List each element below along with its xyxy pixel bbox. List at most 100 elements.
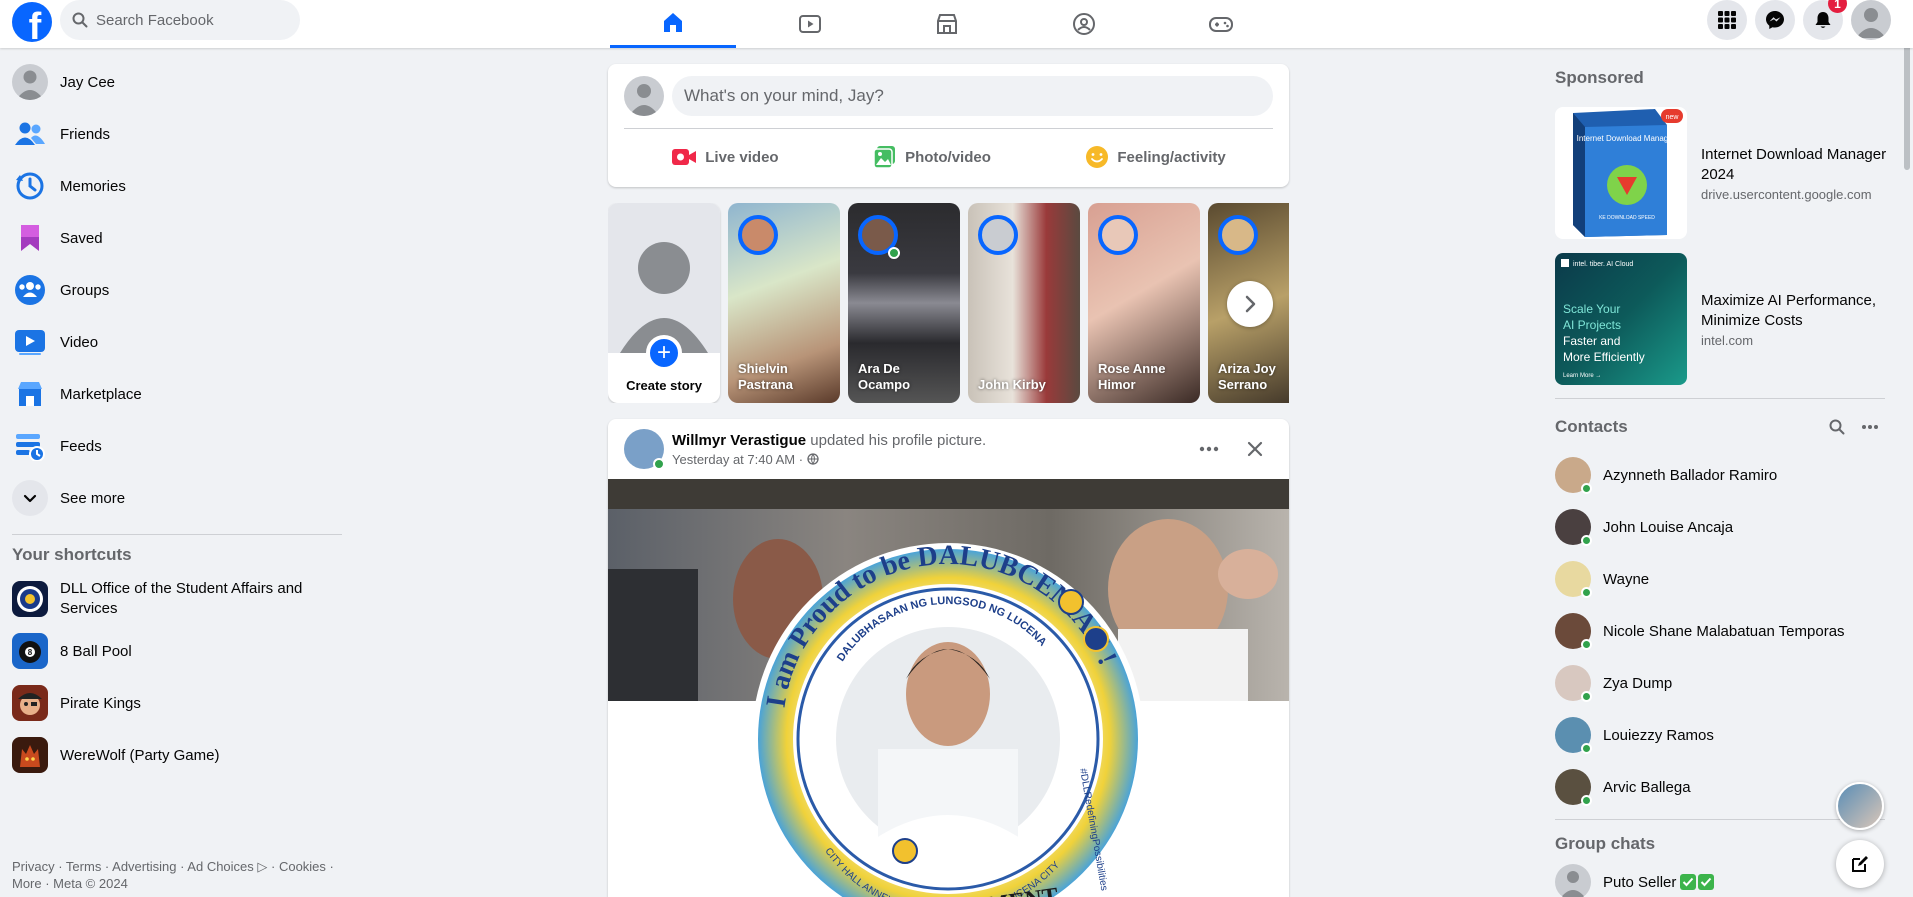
post-image[interactable]: I am Proud to be DALUBCENIAN ! DALUBHASA… xyxy=(608,479,1289,897)
post-author-avatar[interactable] xyxy=(624,429,665,470)
story-avatar xyxy=(978,215,1018,255)
profile-avatar xyxy=(12,64,48,100)
sidebar-item-label: Friends xyxy=(60,125,111,143)
contact-avatar xyxy=(1555,509,1592,546)
tab-marketplace[interactable] xyxy=(884,0,1010,48)
right-rail-divider xyxy=(1555,819,1885,820)
contact-avatar xyxy=(1555,665,1592,702)
create-story-label: Create story xyxy=(626,378,702,393)
search-input[interactable] xyxy=(96,11,276,29)
sidebar-item-label: Groups xyxy=(60,281,110,299)
online-status-dot xyxy=(1581,691,1592,702)
sidebar-item-video[interactable]: Video xyxy=(0,316,344,368)
create-story-card[interactable]: + Create story xyxy=(608,203,720,403)
contact-item[interactable]: Nicole Shane Malabatuan Temporas xyxy=(1555,605,1895,657)
online-status-dot xyxy=(1581,639,1592,650)
contact-avatar xyxy=(1555,561,1592,598)
grid-menu-icon xyxy=(1718,11,1736,29)
story-card[interactable]: Rose Anne Himor xyxy=(1088,203,1200,403)
tab-video[interactable] xyxy=(747,0,873,48)
sidebar-item-marketplace[interactable]: Marketplace xyxy=(0,368,344,420)
notifications-button[interactable]: 1 xyxy=(1803,0,1847,40)
right-rail: Sponsored Internet Download Manager KE D… xyxy=(1555,56,1895,897)
footer-links[interactable]: Privacy · Terms · Advertising · Ad Choic… xyxy=(12,858,352,892)
contact-item[interactable]: Azynneth Ballador Ramiro xyxy=(1555,449,1895,501)
contact-avatar xyxy=(1555,769,1592,806)
default-avatar-icon xyxy=(620,242,708,353)
pirate-kings-icon xyxy=(12,685,48,721)
story-card[interactable]: Ara De Ocampo xyxy=(848,203,960,403)
post-more-options-button[interactable] xyxy=(1191,431,1227,467)
photo-video-button[interactable]: Photo/video xyxy=(863,137,1001,177)
contacts-title: Contacts xyxy=(1555,417,1628,436)
sidebar-item-saved[interactable]: Saved xyxy=(0,212,344,264)
globe-icon xyxy=(807,453,819,465)
svg-text:8: 8 xyxy=(28,648,33,657)
contact-item[interactable]: Louiezzy Ramos xyxy=(1555,709,1895,761)
group-chat-name: Puto Seller xyxy=(1603,873,1677,891)
post-author-name[interactable]: Willmyr Verastigue xyxy=(672,432,806,449)
contact-name: Zya Dump xyxy=(1603,674,1673,692)
contact-item[interactable]: Zya Dump xyxy=(1555,657,1895,709)
default-avatar-icon xyxy=(1856,8,1886,38)
tab-gaming[interactable] xyxy=(1158,0,1284,48)
intel-ad-image: intel. tiber. AI Cloud Scale Your AI Pro… xyxy=(1561,259,1645,379)
messenger-button[interactable] xyxy=(1755,0,1795,40)
stories-tray: + Create story Shielvin Pastrana Ara De … xyxy=(608,203,1289,403)
sidebar-item-label: Marketplace xyxy=(60,385,142,403)
story-card[interactable]: John Kirby xyxy=(968,203,1080,403)
shortcut-dll-osas[interactable]: DLL Office of the Student Affairs and Se… xyxy=(0,573,344,625)
search-box[interactable] xyxy=(60,0,300,40)
story-author-name: Ariza Joy Serrano xyxy=(1218,361,1276,392)
sidebar-item-see-more[interactable]: See more xyxy=(0,472,344,524)
live-video-button[interactable]: Live video xyxy=(661,137,788,177)
default-avatar-icon xyxy=(1561,871,1585,897)
shortcut-8-ball-pool[interactable]: 8 8 Ball Pool xyxy=(0,625,344,677)
top-navigation-bar: f 1 xyxy=(0,0,1913,48)
composer-input[interactable]: What's on your mind, Jay? xyxy=(672,76,1273,116)
contact-name: Nicole Shane Malabatuan Temporas xyxy=(1603,622,1845,640)
story-card[interactable]: Shielvin Pastrana xyxy=(728,203,840,403)
feeling-activity-button[interactable]: Feeling/activity xyxy=(1075,137,1235,177)
shortcut-werewolf[interactable]: WereWolf (Party Game) xyxy=(0,729,344,781)
search-icon[interactable] xyxy=(1829,419,1845,435)
contact-avatar xyxy=(1555,457,1592,494)
stories-next-button[interactable] xyxy=(1227,281,1273,327)
scrollbar-thumb[interactable] xyxy=(1904,30,1910,170)
sidebar-item-friends[interactable]: Friends xyxy=(0,108,344,160)
page-scrollbar[interactable] xyxy=(1901,0,1913,897)
intel-line-4: More Efficiently xyxy=(1563,350,1645,364)
more-horizontal-icon[interactable] xyxy=(1861,419,1879,435)
contact-item[interactable]: Wayne xyxy=(1555,553,1895,605)
sidebar-item-label: Memories xyxy=(60,177,126,195)
contact-item[interactable]: John Louise Ancaja xyxy=(1555,501,1895,553)
left-sidebar: Jay Cee Friends Memories Saved Groups Vi… xyxy=(0,56,360,781)
profile-picture-frame: I am Proud to be DALUBCENIAN ! DALUBHASA… xyxy=(608,479,1289,897)
sidebar-item-groups[interactable]: Groups xyxy=(0,264,344,316)
post-timestamp[interactable]: Yesterday at 7:40 AM · xyxy=(672,452,803,467)
floating-chat-head[interactable] xyxy=(1836,782,1884,830)
online-status-dot xyxy=(1581,483,1592,494)
tab-home[interactable] xyxy=(610,0,736,48)
idm-box-title: Internet Download Manager xyxy=(1577,134,1676,143)
close-icon xyxy=(1247,441,1263,457)
post-title: Willmyr Verastigue updated his profile p… xyxy=(672,432,986,449)
post-composer: What's on your mind, Jay? Live video Pho… xyxy=(608,64,1289,187)
check-mark-emoji-icon xyxy=(1698,874,1715,890)
account-avatar-button[interactable] xyxy=(1851,0,1891,40)
contact-avatar xyxy=(1555,717,1592,754)
sidebar-item-memories[interactable]: Memories xyxy=(0,160,344,212)
tab-groups[interactable] xyxy=(1021,0,1147,48)
shortcut-pirate-kings[interactable]: Pirate Kings xyxy=(0,677,344,729)
sponsored-ad[interactable]: intel. tiber. AI Cloud Scale Your AI Pro… xyxy=(1555,246,1895,392)
sponsored-ad[interactable]: Internet Download Manager KE DOWNLOAD SP… xyxy=(1555,100,1895,246)
new-message-button[interactable] xyxy=(1836,840,1884,888)
composer-avatar[interactable] xyxy=(624,76,664,116)
sidebar-item-feeds[interactable]: Feeds xyxy=(0,420,344,472)
idm-box-subtitle: KE DOWNLOAD SPEED xyxy=(1599,215,1655,221)
post-hide-button[interactable] xyxy=(1237,431,1273,467)
sidebar-item-profile[interactable]: Jay Cee xyxy=(0,56,344,108)
facebook-logo[interactable]: f xyxy=(12,2,52,42)
menu-button[interactable] xyxy=(1707,0,1747,40)
groups-icon xyxy=(1073,13,1095,35)
